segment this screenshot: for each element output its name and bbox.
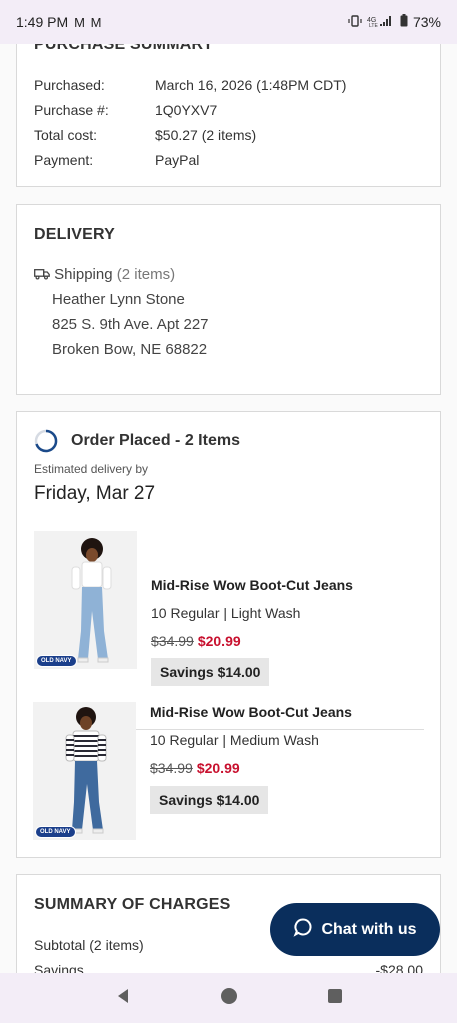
- product-name[interactable]: Mid-Rise Wow Boot-Cut Jeans: [151, 577, 353, 593]
- product-image[interactable]: OLD NAVY: [34, 531, 137, 669]
- recents-icon[interactable]: [327, 988, 343, 1009]
- original-price: $34.99: [151, 633, 194, 649]
- vibrate-icon: [348, 14, 362, 30]
- chat-bubble-icon: [293, 917, 321, 942]
- truck-icon: [34, 266, 54, 283]
- savings-badge: Savings $14.00: [151, 658, 270, 686]
- estimated-delivery-date: Friday, Mar 27: [34, 483, 156, 504]
- row-value: 1Q0YXV7: [155, 102, 218, 118]
- system-nav-bar: [0, 973, 457, 1023]
- purchase-row-number: Purchase #: 1Q0YXV7: [34, 102, 217, 118]
- status-time: 1:49 PM: [16, 14, 69, 30]
- brand-logo: OLD NAVY: [36, 655, 77, 667]
- row-value: PayPal: [155, 152, 200, 168]
- mail-notification-icons: M M: [74, 14, 103, 30]
- delivery-card: DELIVERY Shipping (2 items) Heather Lynn…: [16, 204, 441, 395]
- purchase-summary-card: PURCHASE SUMMARY Purchased: March 16, 202…: [16, 44, 441, 187]
- product-price: $34.99 $20.99: [151, 633, 241, 649]
- address-street: 825 S. 9th Ave. Apt 227: [52, 316, 209, 333]
- savings-badge-2: Savings $14.00: [150, 786, 269, 814]
- recipient-name: Heather Lynn Stone: [52, 291, 185, 308]
- row-value: March 16, 2026 (1:48PM CDT): [155, 77, 347, 93]
- sale-price: $20.99: [197, 633, 241, 649]
- home-icon[interactable]: [220, 987, 238, 1010]
- row-label: Total cost:: [34, 127, 98, 143]
- product-variant: 10 Regular | Light Wash: [151, 605, 301, 621]
- purchase-summary-heading: PURCHASE SUMMARY: [34, 44, 214, 53]
- chat-button[interactable]: Chat with us: [270, 903, 440, 956]
- charges-heading: SUMMARY OF CHARGES: [34, 896, 231, 913]
- estimated-delivery-label: Estimated delivery by: [34, 462, 149, 476]
- product-variant-2: 10 Regular | Medium Wash: [150, 732, 319, 748]
- shipping-label: Shipping: [54, 266, 113, 283]
- subtotal-label: Subtotal (2 items): [34, 937, 144, 953]
- product-name-2[interactable]: Mid-Rise Wow Boot-Cut Jeans: [150, 704, 352, 720]
- row-value: $50.27 (2 items): [155, 127, 257, 143]
- delivery-heading: DELIVERY: [34, 226, 116, 243]
- purchase-row-date: Purchased: March 16, 2026 (1:48PM CDT): [34, 77, 346, 93]
- status-right: 4G LTE 73%: [348, 14, 441, 30]
- back-icon[interactable]: [114, 987, 132, 1010]
- purchase-row-total: Total cost: $50.27 (2 items): [34, 127, 256, 143]
- status-bar: 1:49 PM M M 4G LTE 73%: [0, 0, 457, 44]
- row-label: Purchased:: [34, 77, 105, 93]
- product-image-2[interactable]: OLD NAVY: [33, 702, 136, 840]
- product-price-2: $34.99 $20.99: [150, 760, 240, 776]
- sale-price: $20.99: [196, 760, 240, 776]
- brand-logo: OLD NAVY: [35, 826, 76, 838]
- progress-spinner-icon: [34, 429, 58, 458]
- battery-percent: 73%: [412, 14, 441, 30]
- lte-signal-icon: 4G LTE: [367, 14, 395, 30]
- address-city: Broken Bow, NE 68822: [52, 341, 208, 358]
- shipping-count: (2 items): [116, 266, 176, 283]
- svg-text:LTE: LTE: [369, 23, 378, 27]
- original-price: $34.99: [150, 760, 193, 776]
- chat-label: Chat with us: [321, 920, 417, 938]
- order-status: Order Placed - 2 Items: [71, 432, 240, 449]
- row-label: Payment:: [34, 152, 94, 168]
- shipping-method: Shipping (2 items): [34, 262, 175, 287]
- row-label: Purchase #:: [34, 102, 109, 118]
- battery-icon: [400, 14, 408, 30]
- purchase-row-payment: Payment: PayPal: [34, 152, 199, 168]
